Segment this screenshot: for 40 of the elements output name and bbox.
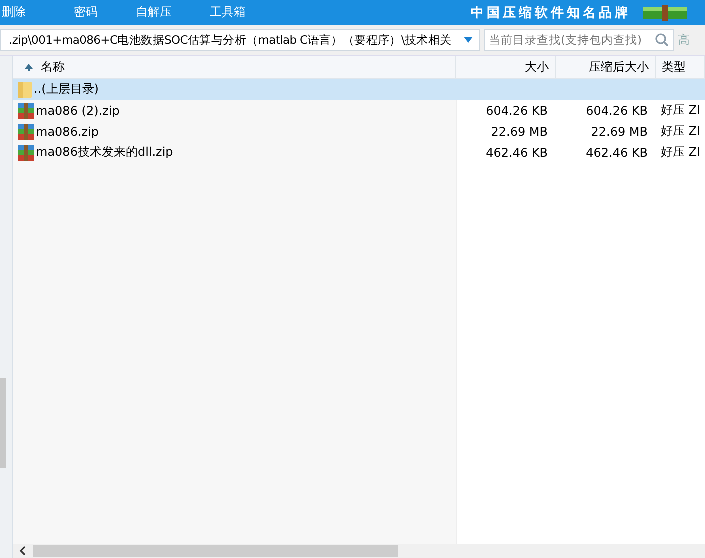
archive-icon bbox=[18, 102, 34, 118]
file-row[interactable]: ma086.zip 22.69 MB 22.69 MB 好压 ZI bbox=[13, 121, 705, 142]
scroll-left-icon[interactable] bbox=[19, 546, 27, 556]
archive-icon bbox=[18, 124, 34, 140]
file-type: 好压 ZI bbox=[661, 102, 701, 119]
sort-arrow-icon bbox=[25, 64, 33, 70]
brand-slogan: 中国压缩软件知名品牌 bbox=[471, 4, 631, 22]
toolbar-button[interactable]: 自解压 bbox=[136, 4, 172, 21]
file-name: ma086技术发来的dll.zip bbox=[36, 144, 174, 161]
file-size: 22.69 MB bbox=[491, 124, 548, 138]
path-field[interactable]: .zip\001+ma086+C电池数据SOC估算与分析（matlab C语言）（要程序）\技术相关 bbox=[0, 29, 480, 51]
toolbar-button[interactable]: 密码 bbox=[74, 4, 98, 21]
file-name: ..(上层目录) bbox=[34, 81, 99, 98]
column-header[interactable]: 类型 bbox=[656, 56, 705, 78]
column-header[interactable]: 大小 bbox=[456, 56, 556, 78]
search-icon bbox=[655, 33, 669, 47]
packed-size: 462.46 KB bbox=[586, 146, 648, 160]
archive-icon bbox=[18, 144, 34, 160]
file-type: 好压 ZI bbox=[661, 144, 701, 161]
file-row[interactable]: ..(上层目录) bbox=[13, 79, 705, 100]
folder-icon bbox=[18, 82, 32, 98]
column-header[interactable]: 名称 bbox=[13, 56, 456, 78]
file-size: 604.26 KB bbox=[486, 104, 548, 118]
archive-icon bbox=[643, 4, 687, 20]
packed-size: 604.26 KB bbox=[586, 104, 648, 118]
file-size: 462.46 KB bbox=[486, 146, 548, 160]
dropdown-icon bbox=[464, 37, 473, 43]
file-name: ma086.zip bbox=[36, 124, 100, 138]
toolbar-button[interactable]: 工具箱 bbox=[210, 4, 246, 21]
horizontal-scrollbar[interactable] bbox=[13, 544, 705, 558]
file-name: ma086 (2).zip bbox=[36, 104, 120, 118]
column-header[interactable]: 压缩后大小 bbox=[556, 56, 656, 78]
toolbar-button[interactable]: 删除 bbox=[2, 4, 26, 21]
search-field[interactable]: 当前目录查找(支持包内查找) bbox=[484, 29, 674, 51]
packed-size: 22.69 MB bbox=[591, 124, 648, 138]
scrollbar-thumb[interactable] bbox=[33, 545, 398, 557]
scrollbar-thumb[interactable] bbox=[0, 378, 6, 468]
file-row[interactable]: ma086技术发来的dll.zip 462.46 KB 462.46 KB 好压 ZI bbox=[13, 142, 705, 163]
file-row[interactable]: ma086 (2).zip 604.26 KB 604.26 KB 好压 ZI bbox=[13, 100, 705, 121]
file-type: 好压 ZI bbox=[661, 123, 701, 140]
